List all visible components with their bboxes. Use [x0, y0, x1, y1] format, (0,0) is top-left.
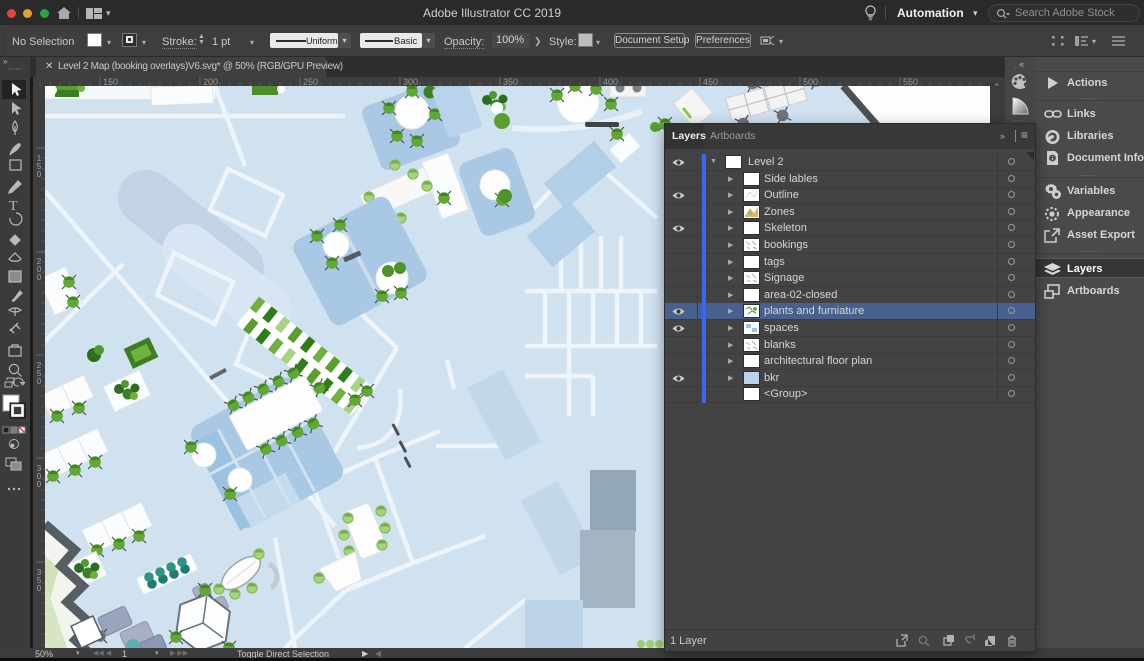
svg-text:550: 550	[903, 77, 918, 86]
svg-text:500: 500	[803, 77, 818, 86]
svg-text:400: 400	[603, 77, 618, 86]
svg-text:250: 250	[303, 77, 318, 86]
svg-text:300: 300	[403, 77, 418, 86]
svg-text:150: 150	[103, 77, 118, 86]
svg-text:350: 350	[503, 77, 518, 86]
svg-text:0: 0	[37, 377, 42, 386]
svg-text:0: 0	[37, 584, 42, 593]
svg-text:450: 450	[703, 77, 718, 86]
svg-text:0: 0	[37, 480, 42, 489]
svg-text:0: 0	[37, 170, 42, 179]
svg-text:T: T	[9, 199, 18, 214]
svg-text:0: 0	[37, 273, 42, 282]
svg-text:200: 200	[203, 77, 218, 86]
